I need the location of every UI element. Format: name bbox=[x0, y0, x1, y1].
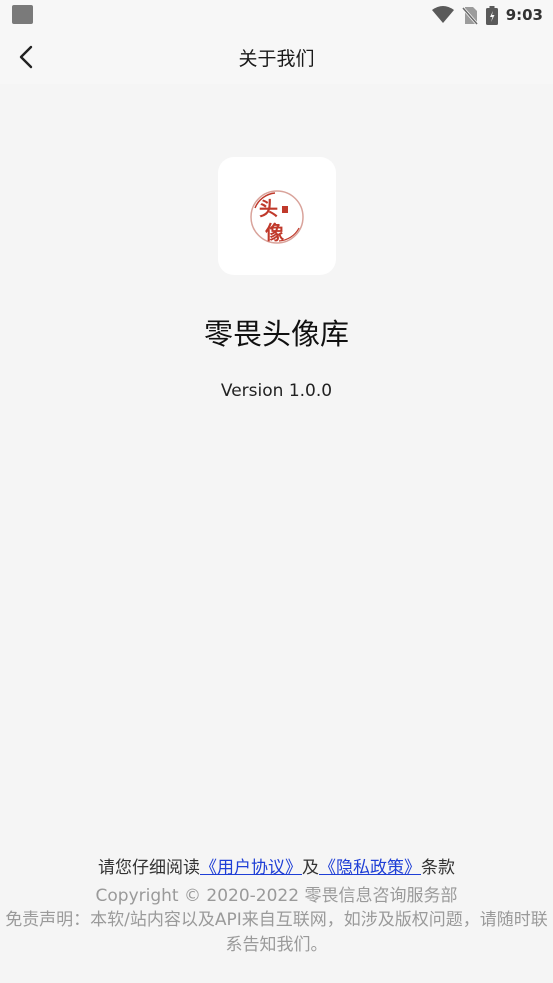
notification-icon bbox=[12, 5, 33, 24]
no-sim-icon bbox=[461, 6, 478, 25]
avatar-seal-icon: 头 像 bbox=[250, 190, 304, 244]
privacy-policy-link[interactable]: 《隐私政策》 bbox=[319, 858, 421, 878]
agreement-prefix: 请您仔细阅读 bbox=[98, 858, 200, 878]
page-title: 关于我们 bbox=[238, 48, 315, 70]
app-bar: 关于我们 bbox=[0, 30, 553, 84]
app-version: Version 1.0.0 bbox=[220, 381, 333, 401]
status-time: 9:03 bbox=[505, 6, 543, 24]
wifi-icon bbox=[431, 6, 454, 23]
agreement-conjunction: 及 bbox=[302, 858, 319, 878]
logo-text-top: 头 bbox=[259, 198, 278, 220]
status-icons: 9:03 bbox=[431, 4, 543, 26]
logo-text-bottom: 像 bbox=[265, 221, 285, 244]
battery-icon bbox=[485, 5, 498, 25]
app-logo: 头 像 bbox=[218, 157, 336, 275]
user-agreement-link[interactable]: 《用户协议》 bbox=[200, 858, 302, 878]
copyright-text: Copyright © 2020-2022 零畏信息咨询服务部 bbox=[95, 886, 458, 906]
app-name: 零畏头像库 bbox=[203, 317, 349, 351]
about-screen: 9:03 关于我们 头 像 零畏头像库 Version 1.0.0 请您仔细阅读… bbox=[0, 0, 553, 983]
agreement-suffix: 条款 bbox=[421, 858, 455, 878]
disclaimer-text: 免责声明：本软/站内容以及API来自互联网，如涉及版权问题，请随时联系告知我们。 bbox=[5, 910, 548, 955]
status-bar: 9:03 bbox=[0, 0, 553, 30]
agreement-line: 请您仔细阅读《用户协议》及《隐私政策》条款 bbox=[0, 853, 553, 878]
